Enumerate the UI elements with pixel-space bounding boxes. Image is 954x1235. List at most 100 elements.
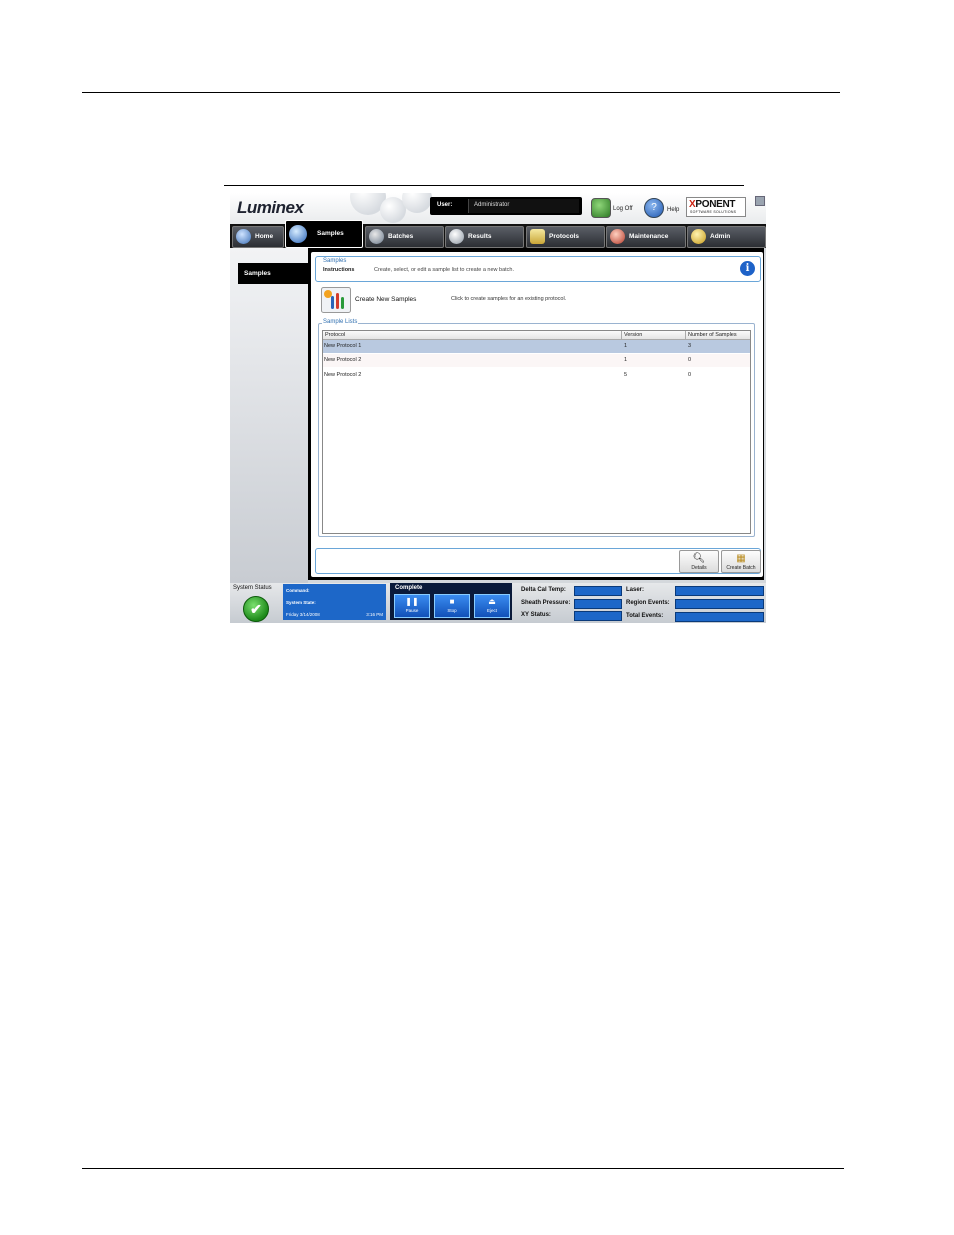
column-header-version[interactable]: Version [624, 332, 642, 338]
header-decoration [402, 193, 432, 213]
logoff-label[interactable]: Log Off [613, 206, 633, 212]
tab-results-label: Results [468, 233, 492, 240]
cell-count: 0 [688, 357, 692, 363]
table-header: Protocol Version Number of Samples [323, 331, 750, 340]
window-minimize-icon[interactable] [755, 196, 765, 206]
sidebar-item-label: Samples [244, 270, 271, 277]
page-title: Samples [323, 258, 347, 264]
xponent-window: Luminex User: Administrator Log Off ? He… [230, 193, 766, 623]
main-panel: Samples Instructions Create, select, or … [308, 248, 764, 580]
details-label: Details [691, 565, 707, 571]
run-control-panel: Complete ❚❚ Pause ■ Stop ⏏ Eject [390, 583, 512, 620]
tab-home-label: Home [255, 233, 274, 240]
user-value-field: Administrator [468, 199, 579, 213]
cell-count: 0 [688, 372, 692, 378]
create-new-samples-label[interactable]: Create New Samples [355, 296, 416, 303]
xy-status-value [574, 611, 622, 621]
sheath-pressure-label: Sheath Pressure: [521, 600, 571, 606]
total-events-value [675, 612, 764, 622]
command-panel: Command: System State: Friday 3/14/2008 … [283, 584, 386, 620]
sample-lists-table: Protocol Version Number of Samples New P… [322, 330, 751, 534]
instructions-text: Create, select, or edit a sample list to… [374, 267, 515, 273]
table-row[interactable]: New Protocol 2 1 0 [323, 354, 750, 367]
run-status-label: Complete [395, 585, 423, 591]
help-icon[interactable]: ? [644, 198, 664, 218]
user-box: User: Administrator [430, 197, 582, 215]
column-header-protocol[interactable]: Protocol [325, 332, 345, 338]
status-bar: System Status ✔ Command: System State: F… [230, 583, 766, 623]
cell-protocol: New Protocol 2 [324, 372, 362, 378]
tab-results[interactable]: Results [445, 226, 524, 248]
logoff-icon[interactable] [591, 198, 611, 218]
cell-version: 5 [624, 372, 628, 378]
laser-label: Laser: [626, 587, 645, 593]
sheath-pressure-value [574, 599, 622, 609]
help-label[interactable]: Help [667, 207, 679, 213]
admin-icon [691, 229, 706, 244]
xponent-logo: XPONENT SOFTWARE SOLUTIONS [686, 197, 746, 217]
page-header-rule [82, 92, 840, 93]
status-date: Friday 3/14/2008 [286, 612, 320, 617]
tab-home[interactable]: Home [232, 226, 284, 248]
page-footer-rule [82, 1168, 844, 1169]
total-events-label: Total Events: [626, 613, 664, 619]
batches-icon [369, 229, 384, 244]
details-button[interactable]: 🔍︎ Details [679, 550, 719, 573]
tab-batches-label: Batches [388, 233, 414, 240]
tab-samples-label: Samples [317, 230, 344, 237]
sidebar [230, 248, 308, 583]
status-ok-icon: ✔ [243, 596, 269, 622]
stop-button[interactable]: ■ Stop [434, 594, 470, 618]
cell-count: 3 [688, 343, 692, 349]
status-time: 3:16 PM [366, 612, 383, 617]
tab-maintenance-label: Maintenance [629, 233, 669, 240]
maintenance-icon [610, 229, 625, 244]
region-events-label: Region Events: [626, 600, 670, 606]
tab-protocols-label: Protocols [549, 233, 579, 240]
stop-icon: ■ [449, 597, 455, 606]
user-label: User: [437, 202, 453, 208]
cell-version: 1 [624, 343, 628, 349]
cell-protocol: New Protocol 1 [324, 343, 362, 349]
info-icon[interactable]: i [740, 261, 755, 276]
tab-maintenance[interactable]: Maintenance [606, 226, 686, 248]
laser-value [675, 586, 764, 596]
tab-admin-label: Admin [710, 233, 731, 240]
results-icon [449, 229, 464, 244]
delta-cal-temp-label: Delta Cal Temp: [521, 587, 566, 593]
sample-lists-legend: Sample Lists [322, 319, 359, 325]
pause-label: Pause [405, 608, 419, 613]
column-header-number-of-samples[interactable]: Number of Samples [688, 332, 737, 338]
caption-rule [224, 185, 744, 186]
samples-icon [289, 225, 307, 243]
table-row[interactable]: New Protocol 1 1 3 [323, 340, 750, 353]
table-row[interactable]: New Protocol 2 5 0 [323, 369, 750, 382]
home-icon [236, 229, 251, 244]
xponent-name: PONENT [695, 199, 736, 210]
sample-lists-group: Sample Lists Protocol Version Number of … [318, 319, 755, 537]
tab-batches[interactable]: Batches [365, 226, 444, 248]
delta-cal-temp-value [574, 586, 622, 596]
create-batch-button[interactable]: ▦ Create Batch [721, 550, 761, 573]
magnifier-icon: 🔍︎ [692, 553, 706, 564]
tab-protocols[interactable]: Protocols [526, 226, 605, 248]
cell-version: 1 [624, 357, 628, 363]
tab-samples[interactable]: Samples [285, 220, 363, 248]
tab-admin[interactable]: Admin [687, 226, 766, 248]
create-new-samples-icon[interactable] [321, 287, 351, 313]
instructions-box: Samples Instructions Create, select, or … [315, 256, 761, 282]
sidebar-item-samples[interactable]: Samples [238, 263, 308, 284]
eject-button[interactable]: ⏏ Eject [474, 594, 510, 618]
region-events-value [675, 599, 764, 609]
action-bar: 🔍︎ Details ▦ Create Batch [315, 548, 761, 574]
create-new-samples-description: Click to create samples for an existing … [451, 296, 567, 302]
protocols-icon [530, 229, 545, 244]
user-value: Administrator [474, 202, 510, 208]
system-state-label: System State: [286, 600, 316, 605]
instructions-label: Instructions [323, 267, 355, 273]
stop-label: Stop [447, 608, 457, 613]
cell-protocol: New Protocol 2 [324, 357, 362, 363]
eject-icon: ⏏ [488, 597, 496, 606]
pause-button[interactable]: ❚❚ Pause [394, 594, 430, 618]
system-status-label: System Status [233, 585, 272, 591]
